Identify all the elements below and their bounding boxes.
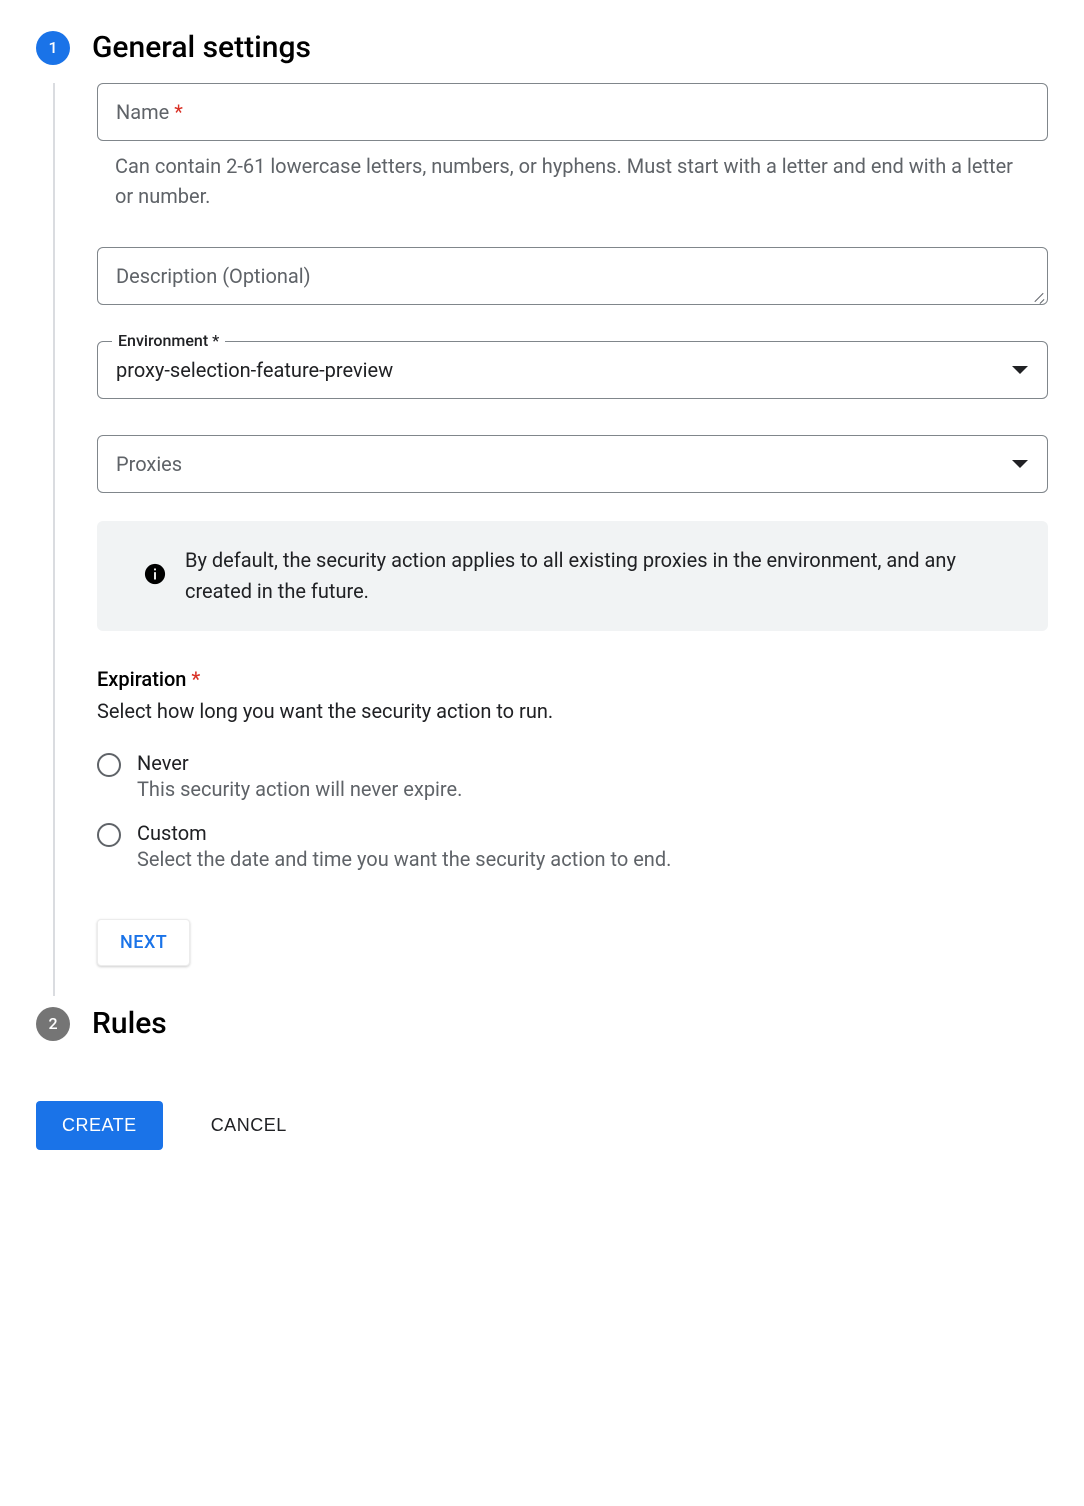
step-1-header: 1 General settings [36, 30, 1048, 65]
expiration-description: Select how long you want the security ac… [97, 699, 1048, 723]
expiration-radio-custom[interactable]: Custom Select the date and time you want… [97, 821, 1048, 871]
radio-icon [97, 753, 121, 777]
step-2-header[interactable]: 2 Rules [36, 1006, 1048, 1041]
radio-custom-title: Custom [137, 821, 671, 845]
required-asterisk: * [186, 667, 200, 691]
footer-actions: CREATE CANCEL [36, 1101, 1048, 1150]
name-helper-text: Can contain 2-61 lowercase letters, numb… [97, 141, 1048, 211]
radio-custom-sub: Select the date and time you want the se… [137, 847, 671, 871]
environment-select[interactable]: Environment * proxy-selection-feature-pr… [97, 341, 1048, 399]
next-button[interactable]: NEXT [97, 919, 190, 966]
proxies-placeholder: Proxies [116, 452, 182, 476]
cancel-button[interactable]: CANCEL [205, 1114, 293, 1137]
proxies-info-text: By default, the security action applies … [185, 545, 1020, 607]
step-2-title: Rules [92, 1006, 167, 1041]
step-1-body: Name * Can contain 2-61 lowercase letter… [53, 83, 1048, 996]
description-placeholder: Description (Optional) [116, 264, 311, 288]
resize-handle-icon[interactable] [1031, 288, 1045, 302]
environment-value: proxy-selection-feature-preview [116, 358, 393, 382]
proxies-select[interactable]: Proxies [97, 435, 1048, 493]
name-input[interactable]: Name * [97, 83, 1048, 141]
expiration-label: Expiration * [97, 667, 1048, 691]
radio-never-title: Never [137, 751, 462, 775]
radio-icon [97, 823, 121, 847]
step-1-circle: 1 [36, 31, 70, 65]
chevron-down-icon [1011, 459, 1029, 469]
description-textarea[interactable]: Description (Optional) [97, 247, 1048, 305]
step-1-title: General settings [92, 30, 311, 65]
radio-never-sub: This security action will never expire. [137, 777, 462, 801]
proxies-info-box: By default, the security action applies … [97, 521, 1048, 631]
expiration-radio-never[interactable]: Never This security action will never ex… [97, 751, 1048, 801]
required-asterisk: * [169, 100, 183, 124]
environment-label: Environment * [112, 331, 225, 350]
create-button[interactable]: CREATE [36, 1101, 163, 1150]
name-label: Name [116, 100, 169, 124]
info-icon [144, 563, 166, 590]
step-2-circle: 2 [36, 1007, 70, 1041]
chevron-down-icon [1011, 365, 1029, 375]
